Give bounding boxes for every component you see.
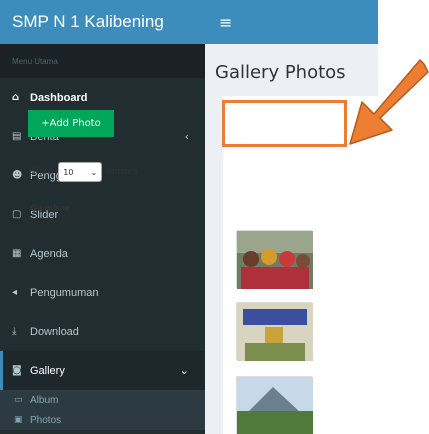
megaphone-icon: ◂ bbox=[12, 287, 18, 298]
show-entries: Show 10 ⌄ entries bbox=[30, 162, 138, 182]
app-logo[interactable]: SMP N 1 Kalibening bbox=[0, 0, 205, 44]
mountain-photo-image bbox=[237, 377, 313, 434]
chevron-left-icon: ‹ bbox=[184, 130, 189, 143]
group-photo-image bbox=[237, 231, 313, 289]
add-photo-highlight bbox=[222, 100, 347, 147]
plus-icon: + bbox=[41, 118, 50, 129]
page-title: Gallery Photos bbox=[215, 62, 346, 83]
column-header-gambar: Gambar bbox=[30, 204, 70, 214]
sidebar-item-gallery[interactable]: ◙ Gallery ⌄ bbox=[0, 351, 205, 390]
home-icon: ⌂ bbox=[12, 92, 20, 103]
top-navbar: ≡ bbox=[205, 0, 378, 44]
calendar-icon: ▦ bbox=[12, 248, 22, 259]
photo-thumbnail[interactable] bbox=[236, 230, 313, 289]
app-title: SMP N 1 Kalibening bbox=[12, 12, 164, 31]
sidebar-subitem-photos[interactable]: ▣ Photos bbox=[0, 410, 205, 430]
sidebar: Menu Utama ⌂ Dashboard ▤ Berita ‹ ☻ Peng… bbox=[0, 44, 205, 434]
slider-icon: ▢ bbox=[12, 209, 22, 220]
sidebar-header: Menu Utama bbox=[0, 44, 205, 78]
add-photo-button[interactable]: + Add Photo bbox=[28, 110, 114, 137]
entries-select[interactable]: 10 ⌄ bbox=[58, 162, 103, 182]
sidebar-item-slider[interactable]: ▢ Slider bbox=[0, 195, 205, 234]
chevron-down-icon: ⌄ bbox=[90, 167, 98, 177]
sidebar-item-label: Pengumuman bbox=[30, 286, 99, 299]
sidebar-subitem-album[interactable]: ▭ Album bbox=[0, 390, 205, 410]
users-icon: ☻ bbox=[12, 170, 23, 181]
entries-value: 10 bbox=[63, 167, 74, 177]
album-icon: ▭ bbox=[14, 395, 23, 405]
gallery-submenu: ▭ Album ▣ Photos bbox=[0, 390, 205, 430]
photo-thumbnail[interactable] bbox=[236, 376, 313, 434]
add-photo-label: Add Photo bbox=[49, 118, 101, 129]
hamburger-icon[interactable]: ≡ bbox=[219, 13, 232, 32]
sidebar-item-label: Download bbox=[30, 325, 79, 338]
admin-shell: SMP N 1 Kalibening ≡ Menu Utama ⌂ Dashbo… bbox=[0, 0, 378, 434]
download-icon: ⤓ bbox=[12, 326, 17, 337]
sidebar-item-download[interactable]: ⤓ Download bbox=[0, 312, 205, 351]
show-label: Show bbox=[30, 167, 55, 177]
entries-label: entries bbox=[106, 167, 138, 177]
sidebar-item-pengumuman[interactable]: ◂ Pengumuman bbox=[0, 273, 205, 312]
sidebar-item-label: Gallery bbox=[30, 364, 65, 377]
camera-icon: ◙ bbox=[12, 365, 22, 376]
trophy-photo-image bbox=[237, 303, 313, 361]
sidebar-item-agenda[interactable]: ▦ Agenda bbox=[0, 234, 205, 273]
sidebar-item-label: Dashboard bbox=[30, 91, 88, 104]
sidebar-item-label: Agenda bbox=[30, 247, 68, 260]
pointer-arrow-icon bbox=[349, 59, 429, 145]
sidebar-subitem-label: Album bbox=[30, 394, 59, 406]
sidebar-subitem-label: Photos bbox=[30, 414, 62, 426]
photo-thumbnail[interactable] bbox=[236, 302, 313, 361]
chevron-down-icon: ⌄ bbox=[179, 364, 189, 377]
image-icon: ▣ bbox=[14, 415, 23, 425]
